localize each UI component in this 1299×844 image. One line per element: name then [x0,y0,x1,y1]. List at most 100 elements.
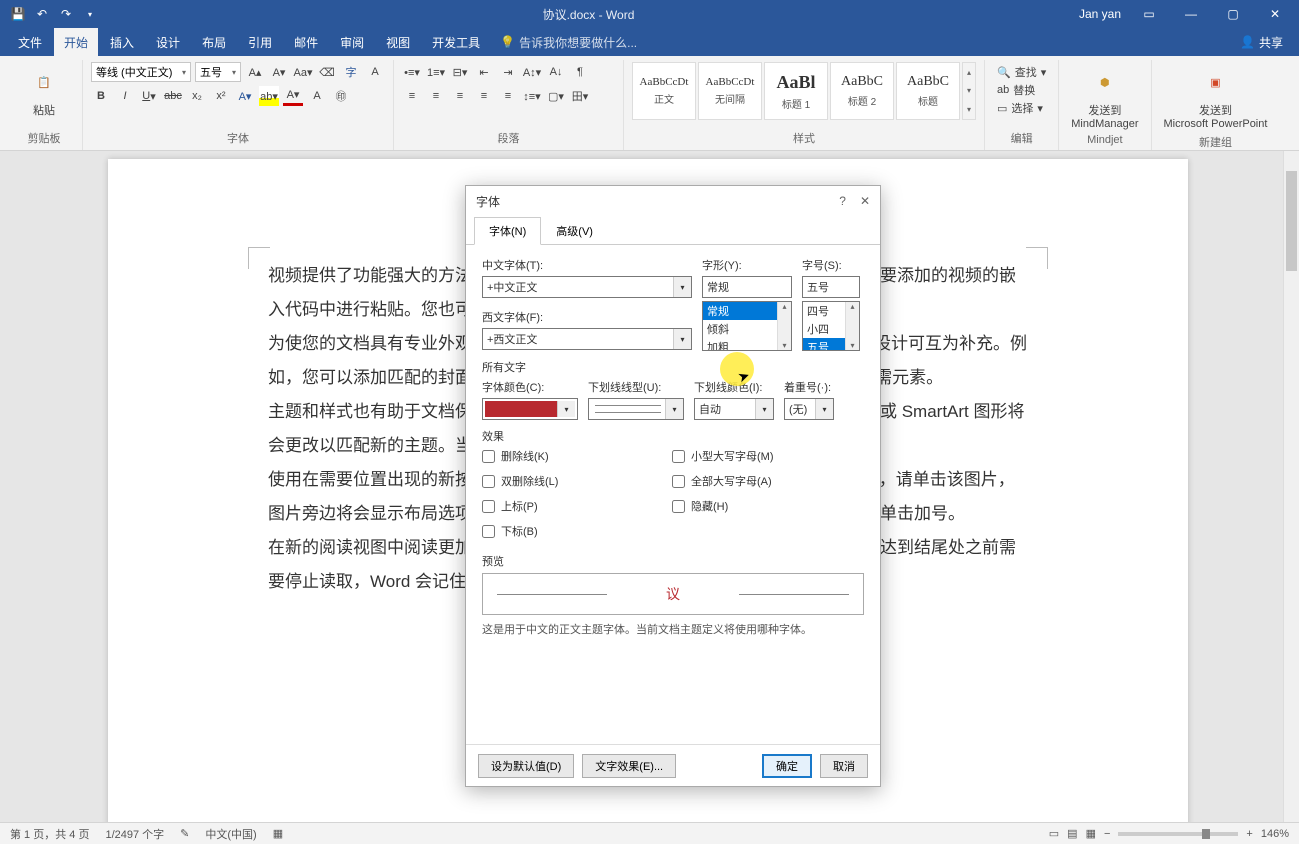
font-style-listbox[interactable]: 常规 倾斜 加粗 ▴▾ [702,301,792,351]
macro-icon[interactable]: ▦ [273,827,283,840]
tell-me-search[interactable]: 💡 告诉我你想要做什么... [500,34,637,51]
tab-references[interactable]: 引用 [238,28,282,57]
shrink-font-icon[interactable]: A▾ [269,62,289,82]
show-marks-icon[interactable]: ¶ [570,62,590,82]
font-size-listbox[interactable]: 四号 小四 五号 ▴▾ [802,301,860,351]
char-shading-icon[interactable]: A [307,86,327,106]
change-case-icon[interactable]: Aa▾ [293,62,313,82]
emphasis-combo[interactable]: (无)▾ [784,398,834,420]
styles-down-icon[interactable]: ▾ [963,86,975,95]
dialog-tab-advanced[interactable]: 高级(V) [541,217,608,245]
minimize-button[interactable]: — [1177,7,1205,21]
dblstrike-checkbox[interactable]: 双删除线(L) [482,473,662,489]
vertical-scrollbar[interactable] [1283,151,1299,822]
latin-font-combo[interactable]: +西文正文▾ [482,328,692,350]
style-nospacing[interactable]: AaBbCcDt无间隔 [698,62,762,120]
read-mode-icon[interactable]: ▭ [1049,827,1059,840]
zoom-slider[interactable] [1118,832,1238,836]
find-button[interactable]: 🔍查找 ▾ [997,64,1046,80]
styles-gallery[interactable]: AaBbCcDt正文 AaBbCcDt无间隔 AaBl标题 1 AaBbC标题 … [632,62,976,120]
chevron-down-icon[interactable]: ▾ [673,277,691,297]
numbering-icon[interactable]: 1≡▾ [426,62,446,82]
tab-insert[interactable]: 插入 [100,28,144,57]
tab-mail[interactable]: 邮件 [284,28,328,57]
decrease-indent-icon[interactable]: ⇤ [474,62,494,82]
subscript-checkbox[interactable]: 下标(B) [482,523,662,539]
font-size-input[interactable]: 五号 [802,276,860,298]
char-border-icon[interactable]: A [365,62,385,82]
tab-home[interactable]: 开始 [54,28,98,57]
scroll-down-icon[interactable]: ▾ [850,341,854,350]
align-left-icon[interactable]: ≡ [402,86,422,106]
underline-color-combo[interactable]: 自动▾ [694,398,774,420]
font-color-combo[interactable]: ▾ [482,398,578,420]
scroll-down-icon[interactable]: ▾ [782,341,786,350]
maximize-button[interactable]: ▢ [1219,7,1247,21]
mindmanager-button[interactable]: ⬢ 发送到 MindManager [1067,62,1142,134]
page-indicator[interactable]: 第 1 页，共 4 页 [10,826,89,842]
dialog-close-icon[interactable]: ✕ [860,194,870,208]
style-normal[interactable]: AaBbCcDt正文 [632,62,696,120]
qat-customize-icon[interactable]: ▾ [82,6,98,22]
dialog-help-icon[interactable]: ? [839,194,846,208]
undo-icon[interactable]: ↶ [34,6,50,22]
language-indicator[interactable]: 中文(中国) [205,826,256,842]
text-effects-button[interactable]: 文字效果(E)... [582,754,676,778]
paste-button[interactable]: 📋 粘贴 [14,62,74,122]
strike-button[interactable]: abc [163,86,183,106]
increase-indent-icon[interactable]: ⇥ [498,62,518,82]
ok-button[interactable]: 确定 [762,754,812,778]
multilevel-icon[interactable]: ⊟▾ [450,62,470,82]
web-layout-icon[interactable]: ▦ [1086,827,1096,840]
chevron-down-icon[interactable]: ▾ [665,399,683,419]
save-icon[interactable]: 💾 [10,6,26,22]
tab-layout[interactable]: 布局 [192,28,236,57]
style-heading2[interactable]: AaBbC标题 2 [830,62,894,120]
dialog-tab-font[interactable]: 字体(N) [474,217,541,245]
text-effects-icon[interactable]: A▾ [235,86,255,106]
justify-icon[interactable]: ≡ [474,86,494,106]
align-center-icon[interactable]: ≡ [426,86,446,106]
cancel-button[interactable]: 取消 [820,754,868,778]
zoom-level[interactable]: 146% [1261,828,1289,840]
chevron-down-icon[interactable]: ▾ [673,329,691,349]
chevron-down-icon[interactable]: ▾ [557,401,575,417]
style-heading1[interactable]: AaBl标题 1 [764,62,828,120]
close-button[interactable]: ✕ [1261,7,1289,21]
spellcheck-icon[interactable]: ✎ [180,827,189,840]
align-right-icon[interactable]: ≡ [450,86,470,106]
line-spacing-icon[interactable]: ↕≡▾ [522,86,542,106]
redo-icon[interactable]: ↷ [58,6,74,22]
set-default-button[interactable]: 设为默认值(D) [478,754,574,778]
underline-style-combo[interactable]: ▾ [588,398,684,420]
bold-button[interactable]: B [91,86,111,106]
chevron-down-icon[interactable]: ▾ [755,399,773,419]
share-button[interactable]: 👤 共享 [1240,34,1283,51]
send-to-powerpoint-button[interactable]: ▣ 发送到 Microsoft PowerPoint [1160,62,1272,134]
shading-icon[interactable]: ▢▾ [546,86,566,106]
styles-more-icon[interactable]: ▾ [963,105,975,114]
superscript-button[interactable]: x² [211,86,231,106]
word-count[interactable]: 1/2497 个字 [105,826,164,842]
smallcaps-checkbox[interactable]: 小型大写字母(M) [672,448,774,464]
strike-checkbox[interactable]: 删除线(K) [482,448,662,464]
highlight-icon[interactable]: ab▾ [259,86,279,106]
allcaps-checkbox[interactable]: 全部大写字母(A) [672,473,774,489]
print-layout-icon[interactable]: ▤ [1067,827,1077,840]
chevron-down-icon[interactable]: ▾ [815,399,833,419]
tab-design[interactable]: 设计 [146,28,190,57]
tab-file[interactable]: 文件 [8,28,52,57]
font-color-icon[interactable]: A▾ [283,86,303,106]
distribute-icon[interactable]: ≡ [498,86,518,106]
style-title[interactable]: AaBbC标题 [896,62,960,120]
borders-icon[interactable]: 田▾ [570,86,590,106]
sort-icon[interactable]: A↓ [546,62,566,82]
replace-button[interactable]: ab替换 [997,82,1046,98]
clear-format-icon[interactable]: ⌫ [317,62,337,82]
cjk-font-combo[interactable]: +中文正文▾ [482,276,692,298]
superscript-checkbox[interactable]: 上标(P) [482,498,662,514]
tab-view[interactable]: 视图 [376,28,420,57]
tab-review[interactable]: 审阅 [330,28,374,57]
enclose-char-icon[interactable]: ㊞ [331,86,351,106]
grow-font-icon[interactable]: A▴ [245,62,265,82]
